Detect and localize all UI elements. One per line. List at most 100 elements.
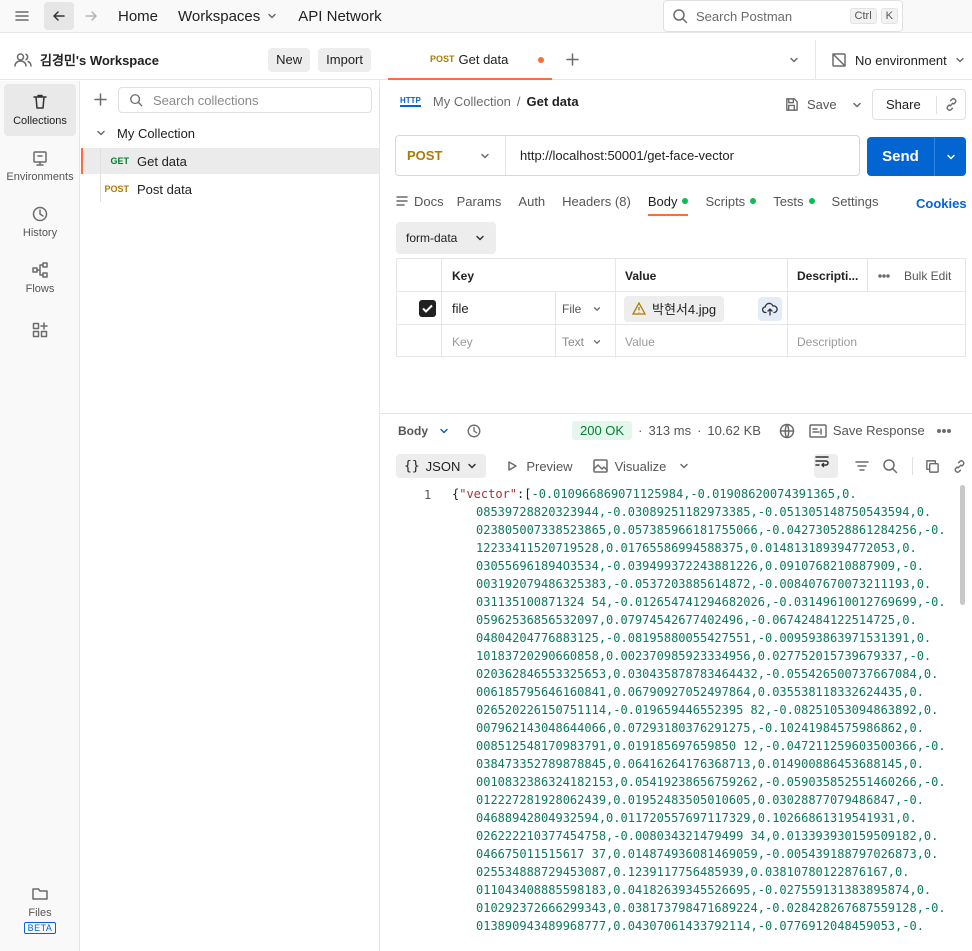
more-horizontal-icon[interactable] — [936, 428, 951, 433]
format-select[interactable]: {} JSON — [396, 454, 487, 478]
breadcrumb-collection[interactable]: My Collection — [433, 94, 511, 109]
response-scrollbar[interactable] — [959, 485, 967, 951]
link-icon[interactable] — [944, 97, 959, 112]
tab-headers[interactable]: Headers (8) — [562, 186, 631, 216]
bulk-edit-button[interactable]: Bulk Edit — [867, 259, 965, 292]
filter-icon[interactable] — [854, 459, 870, 473]
api-network-link[interactable]: API Network — [288, 8, 391, 25]
tab-get-data[interactable]: POST Get data — [388, 40, 552, 80]
chevron-down-icon — [954, 54, 966, 66]
globe-icon[interactable] — [779, 423, 795, 439]
key-cell[interactable]: Key — [441, 325, 555, 358]
new-label: New — [276, 52, 303, 67]
environment-selector[interactable]: No environment — [815, 40, 972, 80]
method-badge: POST — [104, 184, 129, 194]
wrap-lines-icon[interactable] — [814, 454, 839, 478]
rail-flows[interactable]: Flows — [4, 252, 76, 304]
tab-scripts[interactable]: Scripts — [705, 186, 757, 216]
json-value-line: 10183720290660858,0.002370985923334956,0… — [476, 649, 932, 663]
tab-scripts-label: Scripts — [705, 193, 746, 209]
global-search[interactable]: Search Postman Ctrl K — [663, 0, 903, 32]
preview-button[interactable]: Preview — [526, 459, 572, 474]
request-row-get-data[interactable]: GET Get data — [81, 148, 379, 174]
url-input[interactable]: http://localhost:50001/get-face-vector — [506, 148, 734, 163]
body-type-select[interactable]: form-data — [396, 222, 496, 254]
response-body-label[interactable]: Body — [398, 424, 428, 438]
tab-settings[interactable]: Settings — [832, 186, 879, 216]
chevron-down-icon[interactable] — [438, 425, 450, 437]
search-icon[interactable] — [882, 458, 898, 474]
tab-docs-label: Docs — [414, 193, 444, 209]
json-value-line: 038473352789878845,0.06416264176368713,0… — [476, 757, 924, 771]
json-key: "vector" — [459, 487, 518, 501]
tab-tests[interactable]: Tests — [773, 186, 815, 216]
history-icon[interactable] — [466, 423, 482, 439]
rail-files[interactable]: Files BETA — [4, 876, 76, 942]
row-enabled-checkbox[interactable] — [419, 300, 436, 317]
rail-history[interactable]: History — [4, 196, 76, 248]
json-value-line: 025534888729453087,0.1239117756485939,0.… — [476, 865, 910, 879]
menu-icon[interactable] — [0, 2, 44, 30]
tab-body-label: Body — [647, 193, 678, 209]
tab-params[interactable]: Params — [457, 186, 502, 216]
scrollbar-thumb[interactable] — [960, 485, 965, 605]
tab-settings-label: Settings — [831, 193, 879, 209]
tab-body[interactable]: Body — [647, 186, 689, 216]
home-link[interactable]: Home — [108, 8, 168, 25]
status-badge[interactable]: 200 OK — [572, 421, 633, 440]
response-size[interactable]: 10.62 KB — [707, 423, 761, 438]
tab-auth[interactable]: Auth — [518, 186, 545, 216]
key-cell[interactable]: file — [441, 292, 555, 325]
share-label: Share — [886, 97, 921, 112]
rail-add-more[interactable] — [4, 312, 76, 348]
value-cell[interactable]: 박현서4.jpg — [615, 292, 787, 325]
collection-row[interactable]: My Collection — [81, 120, 379, 146]
plus-icon[interactable] — [93, 92, 108, 107]
share-button[interactable]: Share — [872, 89, 966, 120]
type-select[interactable]: File — [555, 292, 615, 325]
response-time[interactable]: 313 ms — [648, 423, 691, 438]
json-value-line: 013890943489968777,0.04307061433792114,-… — [476, 919, 924, 933]
file-chip[interactable]: 박현서4.jpg — [624, 295, 725, 322]
request-config-tabs: Docs Params Auth Headers (8) Body Script… — [396, 186, 972, 216]
save-response-button[interactable]: Save Response — [833, 423, 925, 438]
request-row-post-data[interactable]: POST Post data — [81, 176, 379, 202]
tab-tests-label: Tests — [773, 193, 804, 209]
chevron-down-icon[interactable] — [788, 54, 800, 66]
breadcrumb-request[interactable]: Get data — [527, 94, 579, 109]
trash-collections-icon — [31, 93, 49, 111]
response-json-viewer[interactable]: 1 {"vector":[-0.010966869071125984,-0.01… — [380, 485, 958, 951]
cloud-upload-button[interactable] — [758, 296, 783, 321]
new-button[interactable]: New — [268, 47, 311, 72]
import-button[interactable]: Import — [318, 47, 371, 72]
json-value-line: 023805007338523865,0.057385966181755066,… — [476, 523, 946, 537]
description-cell[interactable] — [787, 292, 965, 325]
chevron-down-icon[interactable] — [945, 151, 957, 163]
forward-arrow-icon[interactable] — [74, 2, 108, 30]
description-placeholder: Description — [797, 334, 858, 349]
plus-icon[interactable] — [565, 52, 580, 67]
save-button[interactable]: Save — [780, 89, 866, 120]
rail-environments[interactable]: Environments — [4, 140, 76, 192]
type-select[interactable]: Text — [555, 325, 615, 358]
tab-docs[interactable]: Docs — [396, 186, 444, 216]
method-select[interactable]: POST — [396, 136, 506, 175]
cookies-link[interactable]: Cookies — [916, 196, 967, 211]
send-button[interactable]: Send — [867, 137, 966, 176]
workspaces-menu[interactable]: Workspaces — [168, 8, 288, 25]
http-icon: HTTP — [400, 96, 421, 107]
collections-search-input[interactable]: Search collections — [118, 87, 372, 113]
visualize-button[interactable]: Visualize — [615, 459, 667, 474]
json-value-line: 006185795646160841,0.06790927052497864,0… — [476, 685, 924, 699]
rail-collections[interactable]: Collections — [4, 84, 76, 136]
folder-icon — [31, 885, 49, 903]
value-cell[interactable]: Value — [615, 325, 787, 358]
header-key-label: Key — [452, 268, 475, 283]
json-value-line: 008512548170983791,0.019185697659850 12,… — [476, 739, 946, 753]
link-icon[interactable] — [952, 459, 967, 474]
chevron-down-icon[interactable] — [678, 460, 690, 472]
copy-icon[interactable] — [925, 459, 940, 474]
key-text: file — [452, 301, 469, 316]
back-arrow-icon[interactable] — [44, 2, 74, 30]
description-cell[interactable]: Description — [787, 325, 965, 358]
